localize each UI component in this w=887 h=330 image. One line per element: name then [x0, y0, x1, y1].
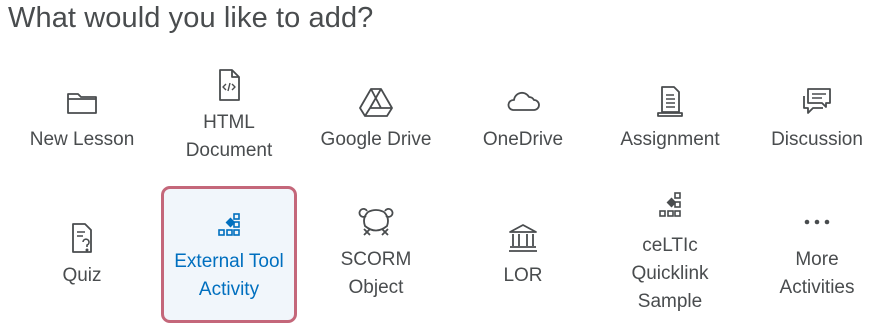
option-label: OneDrive — [482, 129, 564, 150]
option-label: New Lesson — [29, 129, 135, 150]
option-label: Assignment — [620, 129, 720, 150]
quiz-icon — [72, 223, 92, 253]
more-activities-option[interactable]: More Activities — [750, 204, 884, 302]
folder-icon — [67, 93, 97, 114]
cloud-icon — [507, 91, 540, 111]
option-label: SCORM Object — [340, 249, 412, 298]
more-icon — [804, 219, 830, 225]
onedrive-option[interactable]: OneDrive — [456, 84, 590, 154]
option-label: Discussion — [771, 129, 863, 150]
lor-option[interactable]: LOR — [456, 220, 590, 290]
assignment-icon — [657, 86, 683, 117]
html-file-icon — [219, 69, 240, 101]
scorm-icon — [358, 208, 394, 236]
option-label: External Tool Activity — [174, 251, 284, 300]
external-tool-activity-option[interactable]: External Tool Activity — [161, 186, 297, 323]
quiz-option[interactable]: Quiz — [15, 220, 149, 290]
celtic-quicklink-sample-option[interactable]: ceLTIc Quicklink Sample — [603, 190, 737, 316]
option-label: Quiz — [62, 265, 102, 286]
scorm-object-option[interactable]: SCORM Object — [309, 204, 443, 302]
library-icon — [509, 224, 537, 252]
option-label: HTML Document — [185, 112, 273, 161]
option-label: ceLTIc Quicklink Sample — [631, 235, 709, 312]
discussion-icon — [803, 88, 831, 114]
discussion-option[interactable]: Discussion — [750, 84, 884, 154]
option-label: Google Drive — [320, 129, 432, 150]
google-drive-icon — [359, 88, 393, 117]
external-tool-icon — [218, 213, 240, 236]
option-label: More Activities — [779, 249, 855, 298]
google-drive-option[interactable]: Google Drive — [309, 84, 443, 154]
option-label: LOR — [503, 265, 543, 286]
assignment-option[interactable]: Assignment — [603, 84, 737, 154]
external-tool-icon — [659, 192, 681, 217]
page-title: What would you like to add? — [8, 2, 374, 34]
new-lesson-option[interactable]: New Lesson — [15, 84, 149, 154]
html-document-option[interactable]: HTML Document — [162, 67, 296, 165]
